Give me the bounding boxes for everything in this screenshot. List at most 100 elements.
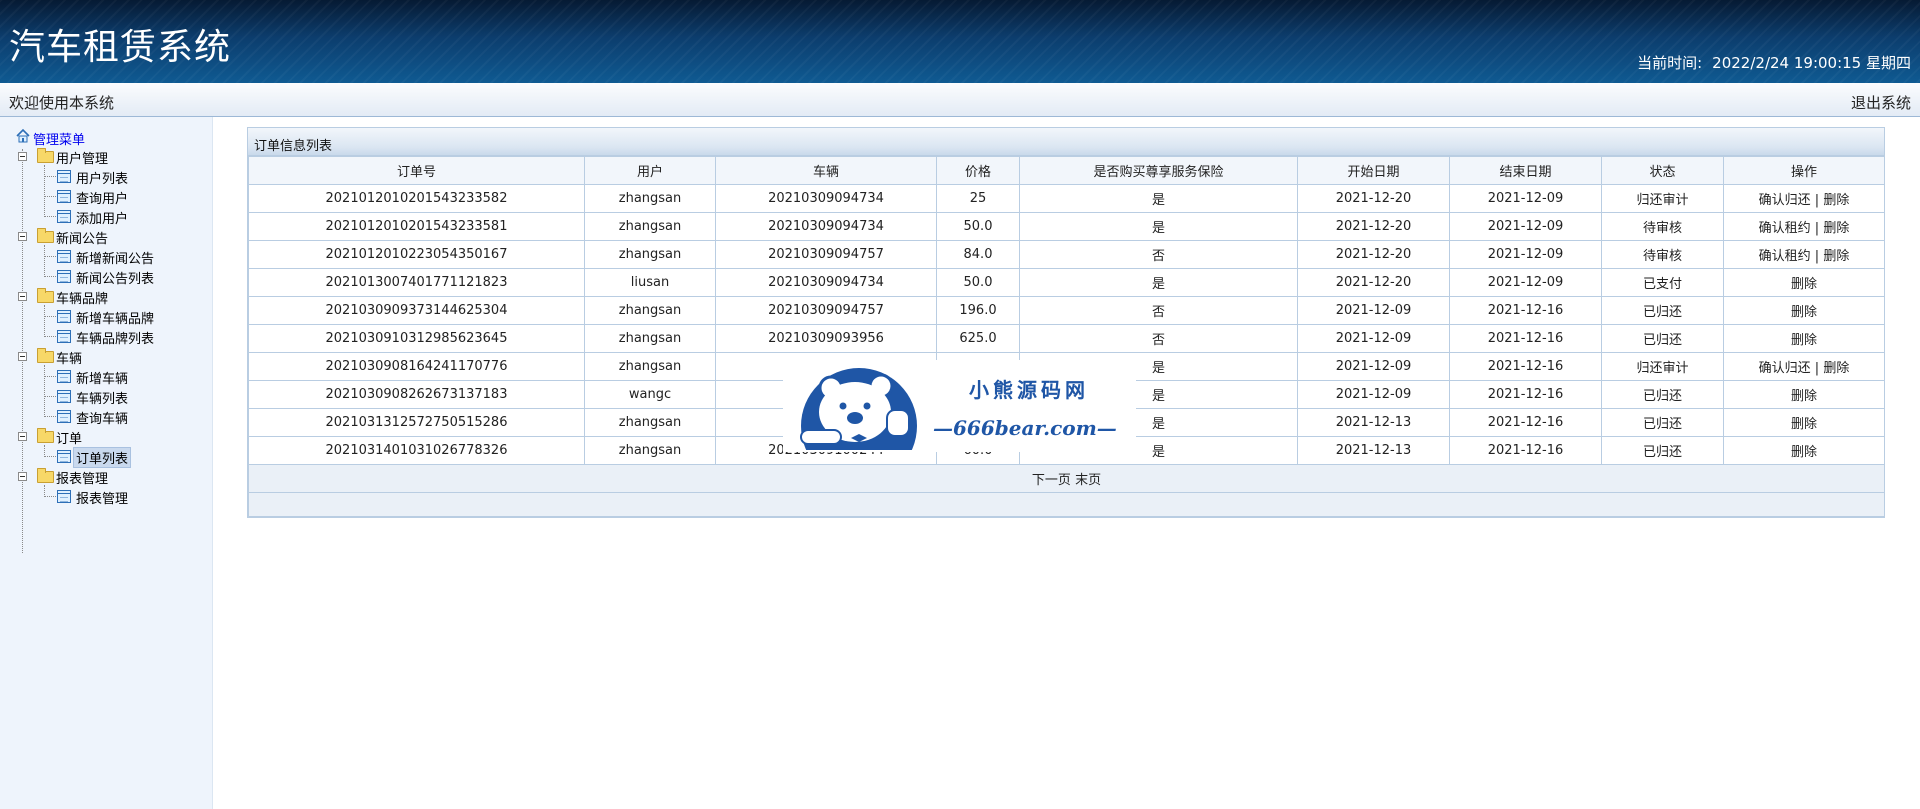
menu-item-label: 用户列表 [76, 172, 129, 187]
cell-actions: 删除 [1723, 408, 1885, 437]
page-icon [57, 370, 71, 383]
welcome-text: 欢迎使用本系统 [9, 94, 115, 112]
tree-connector [44, 456, 56, 457]
confirm-link[interactable]: 确认租约 [1759, 249, 1811, 264]
cell-order-no: 2021030910312985623645 [248, 324, 585, 353]
delete-link[interactable]: 删除 [1823, 361, 1849, 376]
cell-actions: 确认租约 | 删除 [1723, 240, 1885, 269]
folder-icon [37, 428, 54, 443]
menu-item-label: 车辆品牌列表 [76, 332, 155, 347]
cell-status: 归还审计 [1601, 184, 1724, 213]
menu-item-label: 新增车辆 [76, 372, 129, 387]
delete-link[interactable]: 删除 [1791, 445, 1817, 460]
delete-link[interactable]: 删除 [1791, 333, 1817, 348]
menu-item-label: 新增车辆品牌 [76, 312, 155, 327]
cell-order-no: 2021031401031026778326 [248, 436, 585, 465]
cell-actions: 确认归还 | 删除 [1723, 184, 1885, 213]
col-user: 用户 [584, 156, 716, 185]
cell-start-date: 2021-12-09 [1297, 324, 1450, 353]
collapse-vehicle-icon[interactable] [18, 352, 27, 361]
folder-icon [37, 148, 54, 163]
cell-price: 625.0 [936, 324, 1020, 353]
cell-status: 已归还 [1601, 296, 1724, 325]
cell-actions: 确认归还 | 删除 [1723, 352, 1885, 381]
delete-link[interactable]: 删除 [1823, 249, 1849, 264]
cell-status: 待审核 [1601, 212, 1724, 241]
delete-link[interactable]: 删除 [1823, 193, 1849, 208]
footer-row [248, 492, 1885, 517]
order-list-panel: 订单信息列表 订单号 用户 车辆 价格 是否购买尊享服务保险 开始日期 结束日期… [247, 127, 1885, 518]
cell-end-date: 2021-12-09 [1449, 268, 1602, 297]
cell-insurance: 否 [1019, 240, 1298, 269]
menu-root-label: 管理菜单 [33, 133, 86, 148]
cell-end-date: 2021-12-16 [1449, 296, 1602, 325]
cell-start-date: 2021-12-20 [1297, 212, 1450, 241]
page-icon [57, 330, 71, 343]
menu-group-label: 报表管理 [56, 472, 109, 487]
col-vehicle: 车辆 [715, 156, 937, 185]
page-icon [57, 210, 71, 223]
table-row: 2021012010201543233581 zhangsan 2021030909… [248, 212, 1885, 241]
cell-actions: 删除 [1723, 380, 1885, 409]
cell-actions: 删除 [1723, 268, 1885, 297]
confirm-link[interactable]: 确认归还 [1759, 361, 1811, 376]
collapse-user-mgmt-icon[interactable] [18, 152, 27, 161]
next-page-link[interactable]: 下一页 [1032, 473, 1071, 488]
page-icon [57, 310, 71, 323]
cell-price: 196.0 [936, 296, 1020, 325]
tree-connector [44, 376, 56, 377]
confirm-link[interactable]: 确认归还 [1759, 193, 1811, 208]
col-price: 价格 [936, 156, 1020, 185]
menu-item-label: 报表管理 [76, 492, 129, 507]
delete-link[interactable]: 删除 [1791, 305, 1817, 320]
cell-start-date: 2021-12-20 [1297, 184, 1450, 213]
collapse-report-icon[interactable] [18, 472, 27, 481]
watermark-en: —666bear.com— [933, 416, 1117, 440]
tree-connector [44, 196, 56, 197]
delete-link[interactable]: 删除 [1823, 221, 1849, 236]
cell-order-no: 2021030908164241170776 [248, 352, 585, 381]
tree-connector [44, 396, 56, 397]
table-row: 2021012010201543233582 zhangsan 2021030909… [248, 184, 1885, 213]
cell-user: zhangsan [584, 352, 716, 381]
menu-item-label-selected: 订单列表 [72, 447, 132, 468]
last-page-link[interactable]: 末页 [1075, 473, 1101, 488]
collapse-news-icon[interactable] [18, 232, 27, 241]
header-banner: 汽车租赁系统 当前时间: 2022/2/24 19:00:15 星期四 [0, 0, 1920, 83]
cell-price: 50.0 [936, 268, 1020, 297]
cell-user: zhangsan [584, 324, 716, 353]
menu-item-label: 查询车辆 [76, 412, 129, 427]
menu-group-label: 订单 [56, 432, 83, 447]
cell-end-date: 2021-12-16 [1449, 380, 1602, 409]
footer-cell [248, 492, 1885, 517]
cell-end-date: 2021-12-09 [1449, 184, 1602, 213]
cell-start-date: 2021-12-20 [1297, 240, 1450, 269]
cell-status: 已归还 [1601, 380, 1724, 409]
watermark: 小熊源码网 —666bear.com— [783, 360, 1136, 452]
col-insurance: 是否购买尊享服务保险 [1019, 156, 1298, 185]
cell-insurance: 是 [1019, 184, 1298, 213]
orders-table: 订单号 用户 车辆 价格 是否购买尊享服务保险 开始日期 结束日期 状态 操作 … [248, 156, 1885, 517]
delete-link[interactable]: 删除 [1791, 389, 1817, 404]
page-icon [57, 410, 71, 423]
cell-vehicle: 20210309093956 [715, 324, 937, 353]
cell-user: zhangsan [584, 184, 716, 213]
collapse-brand-icon[interactable] [18, 292, 27, 301]
cell-start-date: 2021-12-13 [1297, 436, 1450, 465]
action-separator: | [1810, 249, 1824, 264]
confirm-link[interactable]: 确认租约 [1759, 221, 1811, 236]
delete-link[interactable]: 删除 [1791, 277, 1817, 292]
menu-item-label: 添加用户 [76, 212, 129, 227]
cell-start-date: 2021-12-09 [1297, 380, 1450, 409]
page-icon [57, 490, 71, 503]
delete-link[interactable]: 删除 [1791, 417, 1817, 432]
app-title: 汽车租赁系统 [9, 27, 232, 68]
menu-group-label: 车辆 [56, 352, 83, 367]
page-icon [57, 270, 71, 283]
cell-actions: 删除 [1723, 436, 1885, 465]
logout-link[interactable]: 退出系统 [1851, 92, 1911, 113]
panel-title: 订单信息列表 [254, 139, 333, 154]
action-separator: | [1810, 193, 1824, 208]
bear-logo-icon [800, 368, 917, 450]
collapse-order-icon[interactable] [18, 432, 27, 441]
